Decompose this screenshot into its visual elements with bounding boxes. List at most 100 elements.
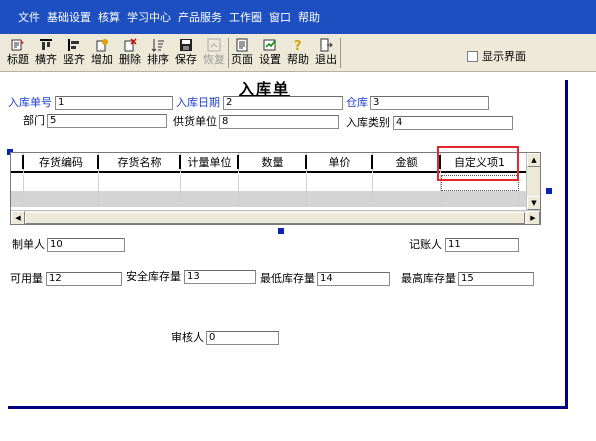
grid-cell[interactable] — [373, 175, 441, 191]
checkbox-box[interactable] — [467, 50, 478, 62]
selection-handle[interactable] — [278, 228, 284, 234]
align-horizontal-button[interactable]: 横齐 — [34, 37, 58, 70]
restore-icon — [207, 38, 221, 52]
doc-date-label[interactable]: 入库日期 — [176, 96, 220, 109]
delete-icon — [124, 38, 137, 52]
grid-cell[interactable] — [24, 175, 99, 191]
canvas-right-border — [565, 80, 568, 408]
title-icon — [11, 39, 24, 51]
grid-cell[interactable] — [239, 191, 307, 207]
scroll-up-icon[interactable]: ▲ — [527, 153, 540, 167]
help-button[interactable]: ? 帮助 — [286, 37, 310, 70]
maker-field[interactable]: 10 — [47, 238, 125, 252]
delete-button-label: 删除 — [119, 53, 141, 66]
save-button[interactable]: 保存 — [174, 37, 198, 70]
dept-field[interactable]: 5 — [47, 114, 167, 128]
sort-icon — [151, 39, 164, 52]
bookkeeper-field[interactable]: 11 — [445, 238, 519, 252]
delete-button[interactable]: 删除 — [118, 37, 142, 70]
safety-stock-field[interactable]: 13 — [184, 270, 256, 284]
col-unit[interactable]: 计量单位 — [181, 153, 239, 173]
settings-button[interactable]: 设置 — [258, 37, 282, 70]
grid-vertical-scrollbar[interactable]: ▲ ▼ — [526, 153, 540, 210]
menu-learning-center[interactable]: 学习中心 — [127, 11, 171, 25]
restore-button[interactable]: 恢复 — [202, 37, 226, 70]
save-icon — [180, 39, 192, 51]
safety-stock-label[interactable]: 安全库存量 — [126, 270, 181, 283]
warehouse-label[interactable]: 仓库 — [346, 96, 368, 109]
sort-button-label: 排序 — [147, 53, 169, 66]
grid-row[interactable] — [11, 191, 527, 207]
col-quantity[interactable]: 数量 — [239, 153, 307, 173]
in-type-field[interactable]: 4 — [393, 116, 513, 130]
title-button[interactable]: 标题 — [6, 37, 30, 70]
supplier-field[interactable]: 8 — [219, 115, 339, 129]
grid-cell[interactable] — [307, 191, 373, 207]
add-button[interactable]: 增加 — [90, 37, 114, 70]
align-horizontal-icon — [40, 39, 52, 50]
svg-text:?: ? — [294, 39, 302, 52]
grid-cell[interactable] — [181, 191, 239, 207]
min-stock-label[interactable]: 最低库存量 — [260, 272, 315, 285]
grid-cell[interactable] — [239, 175, 307, 191]
grid-cell[interactable] — [441, 191, 519, 207]
col-inv-code[interactable]: 存货编码 — [24, 153, 99, 173]
help-icon: ? — [294, 39, 302, 52]
align-horizontal-button-label: 横齐 — [35, 53, 57, 66]
add-icon — [96, 39, 108, 52]
sort-button[interactable]: 排序 — [146, 37, 170, 70]
in-type-label[interactable]: 入库类别 — [346, 116, 390, 129]
supplier-label[interactable]: 供货单位 — [173, 115, 217, 128]
available-qty-field[interactable]: 12 — [46, 272, 122, 286]
dept-label[interactable]: 部门 — [23, 114, 45, 127]
exit-button[interactable]: 退出 — [314, 37, 338, 70]
doc-no-label[interactable]: 入库单号 — [8, 96, 52, 109]
scroll-right-icon[interactable]: ▶ — [526, 211, 540, 224]
menu-help[interactable]: 帮助 — [298, 11, 320, 25]
max-stock-field[interactable]: 15 — [458, 272, 534, 286]
auditor-field[interactable]: 0 — [206, 331, 279, 345]
scroll-down-icon[interactable]: ▼ — [527, 196, 540, 210]
grid-cell[interactable] — [24, 191, 99, 207]
col-amount[interactable]: 金额 — [373, 153, 441, 173]
col-unit-price[interactable]: 单价 — [307, 153, 373, 173]
show-interface-label: 显示界面 — [482, 50, 526, 63]
menu-bar: 文件 基础设置 核算 学习中心 产品服务 工作圈 窗口 帮助 — [0, 0, 596, 34]
selection-handle[interactable] — [546, 188, 552, 194]
menu-window[interactable]: 窗口 — [269, 11, 291, 25]
grid-cell[interactable] — [11, 175, 24, 191]
doc-date-field[interactable]: 2 — [223, 96, 343, 110]
align-vertical-button[interactable]: 竖齐 — [62, 37, 86, 70]
bookkeeper-label[interactable]: 记账人 — [409, 238, 442, 251]
grid-cell[interactable] — [11, 191, 24, 207]
warehouse-field[interactable]: 3 — [370, 96, 489, 110]
grid-cell[interactable] — [99, 175, 181, 191]
col-inv-name[interactable]: 存货名称 — [99, 153, 181, 173]
grid-cell[interactable] — [99, 191, 181, 207]
menu-basic-settings[interactable]: 基础设置 — [47, 11, 91, 25]
scroll-left-icon[interactable]: ◀ — [11, 211, 25, 224]
show-interface-checkbox[interactable]: 显示界面 — [467, 48, 526, 64]
min-stock-field[interactable]: 14 — [317, 272, 390, 286]
align-vertical-button-label: 竖齐 — [63, 53, 85, 66]
grid-cell[interactable] — [181, 175, 239, 191]
grid-cell[interactable] — [307, 175, 373, 191]
align-vertical-icon — [68, 39, 79, 51]
available-qty-label[interactable]: 可用量 — [10, 272, 43, 285]
auditor-label[interactable]: 审核人 — [171, 331, 204, 344]
scroll-thumb[interactable] — [25, 212, 525, 224]
doc-no-field[interactable]: 1 — [55, 96, 173, 110]
menu-work-circle[interactable]: 工作圈 — [229, 11, 262, 25]
menu-file[interactable]: 文件 — [18, 11, 40, 25]
menu-accounting[interactable]: 核算 — [98, 11, 120, 25]
page-button[interactable]: 页面 — [230, 37, 254, 70]
max-stock-label[interactable]: 最高库存量 — [401, 272, 456, 285]
add-button-label: 增加 — [91, 53, 113, 66]
menu-product-services[interactable]: 产品服务 — [178, 11, 222, 25]
exit-button-label: 退出 — [315, 53, 337, 66]
grid-horizontal-scrollbar[interactable]: ◀ ▶ — [11, 210, 540, 224]
grid-cell[interactable] — [373, 191, 441, 207]
maker-label[interactable]: 制单人 — [12, 238, 45, 251]
page-button-label: 页面 — [231, 53, 253, 66]
save-button-label: 保存 — [175, 53, 197, 66]
